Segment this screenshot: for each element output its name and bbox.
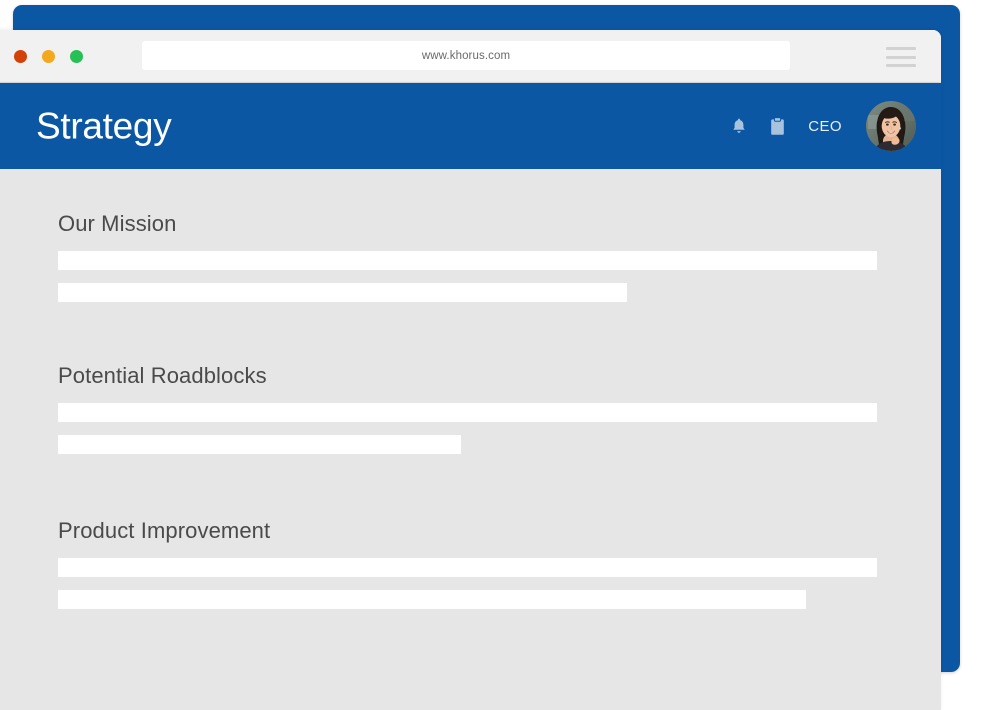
screenshot-stage: www.khorus.com Strategy CEO Our Mission … [0, 0, 1000, 710]
content-placeholder-line [58, 558, 877, 577]
user-role-label: CEO [808, 117, 842, 135]
close-button[interactable] [14, 50, 27, 63]
address-bar[interactable]: www.khorus.com [142, 41, 790, 70]
browser-chrome-bar: www.khorus.com [0, 30, 941, 83]
avatar-image [866, 101, 916, 151]
section-title: Potential Roadblocks [58, 363, 267, 388]
page-content: Our Mission Potential Roadblocks Product… [0, 169, 941, 710]
section-title: Our Mission [58, 211, 177, 236]
hamburger-line [886, 64, 916, 67]
section-title: Product Improvement [58, 518, 271, 543]
minimize-button[interactable] [42, 50, 55, 63]
section-product-improvement: Product Improvement [58, 520, 877, 622]
clipboard-icon[interactable] [768, 116, 786, 136]
maximize-button[interactable] [70, 50, 83, 63]
hamburger-menu-icon[interactable] [886, 47, 916, 67]
app-header: Strategy CEO [0, 83, 941, 169]
section-potential-roadblocks: Potential Roadblocks [58, 365, 877, 467]
content-placeholder-line [58, 251, 877, 270]
content-placeholder-line [58, 590, 806, 609]
notifications-bell-icon[interactable] [730, 116, 748, 136]
section-our-mission: Our Mission [58, 213, 877, 315]
hamburger-line [886, 55, 916, 59]
header-actions: CEO [730, 101, 916, 151]
content-placeholder-line [58, 435, 461, 454]
url-text: www.khorus.com [421, 49, 511, 62]
hamburger-line [886, 47, 916, 50]
window-controls [14, 50, 83, 63]
browser-window: www.khorus.com Strategy CEO Our Mission … [0, 30, 941, 710]
content-placeholder-line [58, 403, 877, 422]
page-title: Strategy [36, 105, 172, 147]
content-placeholder-line [58, 283, 627, 302]
avatar[interactable] [866, 101, 916, 151]
